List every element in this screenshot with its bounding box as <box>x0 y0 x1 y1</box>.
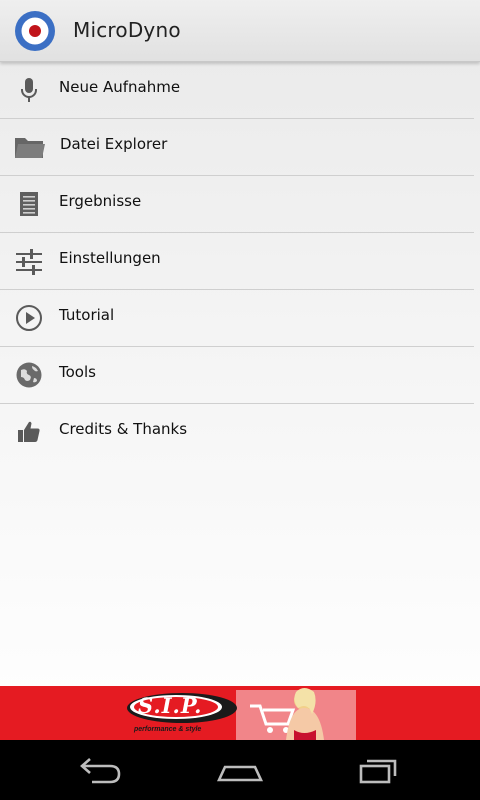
app-logo-icon[interactable] <box>14 10 56 52</box>
menu-item-credits[interactable]: Credits & Thanks <box>0 404 474 461</box>
home-icon[interactable] <box>210 754 270 786</box>
menu-item-tools[interactable]: Tools <box>0 347 474 404</box>
document-icon <box>14 189 44 219</box>
sliders-icon <box>14 246 44 276</box>
menu-item-label: Tools <box>59 363 96 381</box>
menu-item-ergebnisse[interactable]: Ergebnisse <box>0 176 474 233</box>
action-bar: MicroDyno <box>0 0 480 62</box>
main-menu: Neue Aufnahme Datei Explorer Ergebnisse … <box>0 62 480 461</box>
menu-item-tutorial[interactable]: Tutorial <box>0 290 474 347</box>
back-icon[interactable] <box>70 754 130 786</box>
menu-item-label: Credits & Thanks <box>59 420 188 438</box>
menu-item-datei-explorer[interactable]: Datei Explorer <box>0 119 474 176</box>
ad-tagline: performance & style <box>134 726 202 733</box>
folder-icon <box>13 132 47 162</box>
menu-item-label: Neue Aufnahme <box>59 78 181 96</box>
menu-item-einstellungen[interactable]: Einstellungen <box>0 233 474 290</box>
system-navigation-bar <box>0 740 480 800</box>
menu-item-label: Datei Explorer <box>60 135 168 153</box>
menu-item-neue-aufnahme[interactable]: Neue Aufnahme <box>0 62 474 119</box>
menu-item-label: Einstellungen <box>59 249 161 267</box>
globe-icon <box>14 360 44 390</box>
microphone-icon <box>14 75 44 105</box>
ad-brand-logo: S.I.P. <box>138 693 203 718</box>
play-circle-icon <box>14 303 44 333</box>
recent-apps-icon[interactable] <box>352 754 412 786</box>
menu-item-label: Tutorial <box>59 306 115 324</box>
ad-banner[interactable]: S.I.P. performance & style <box>0 686 480 740</box>
sip-ad-image <box>0 686 480 740</box>
menu-item-label: Ergebnisse <box>59 192 142 210</box>
app-title: MicroDyno <box>73 18 181 42</box>
thumbs-up-icon <box>14 417 44 447</box>
app-screen: MicroDyno Neue Aufnahme Datei Explorer E… <box>0 0 480 740</box>
